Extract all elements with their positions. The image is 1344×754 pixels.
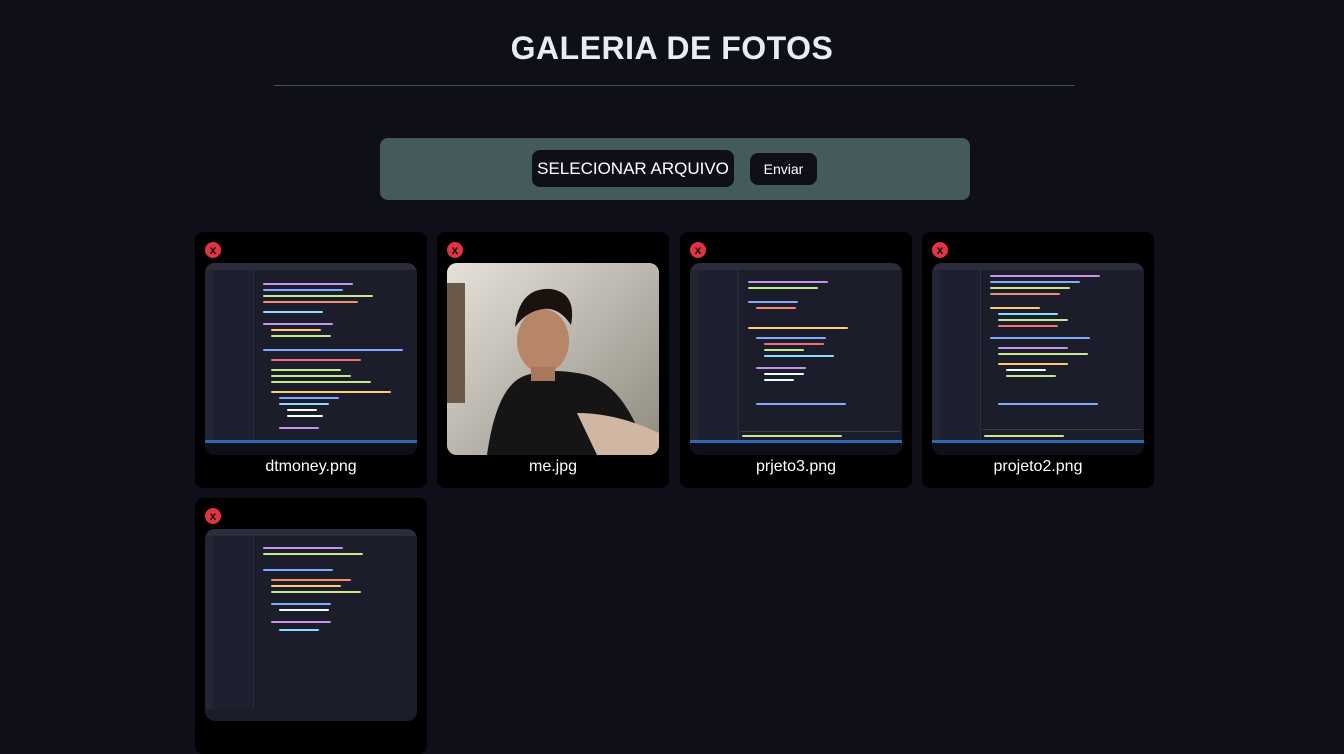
gallery-card: x prjeto3.png: [680, 232, 912, 488]
image-thumbnail[interactable]: [205, 263, 417, 455]
delete-button[interactable]: x: [205, 242, 221, 258]
gallery-card: x dtmoney.png: [195, 232, 427, 488]
delete-button[interactable]: x: [690, 242, 706, 258]
page-title: GALERIA DE FOTOS: [510, 30, 834, 66]
select-file-button[interactable]: SELECIONAR ARQUIVO: [532, 150, 734, 187]
image-name: prjeto3.png: [755, 458, 837, 475]
gallery-card: x projeto2.png: [922, 232, 1154, 488]
delete-button[interactable]: x: [205, 508, 221, 524]
gallery-card: x: [195, 498, 427, 754]
image-name: projeto2.png: [993, 458, 1083, 475]
image-thumbnail[interactable]: [932, 263, 1144, 455]
image-thumbnail[interactable]: [205, 529, 417, 721]
title-divider: [274, 85, 1075, 86]
image-thumbnail[interactable]: [690, 263, 902, 455]
delete-button[interactable]: x: [447, 242, 463, 258]
portrait-photo: [447, 263, 659, 455]
image-name: me.jpg: [528, 458, 578, 475]
gallery-card: x me.jpg: [437, 232, 669, 488]
delete-button[interactable]: x: [932, 242, 948, 258]
send-button[interactable]: Enviar: [750, 153, 817, 185]
image-name: dtmoney.png: [265, 458, 357, 475]
image-thumbnail[interactable]: [447, 263, 659, 455]
